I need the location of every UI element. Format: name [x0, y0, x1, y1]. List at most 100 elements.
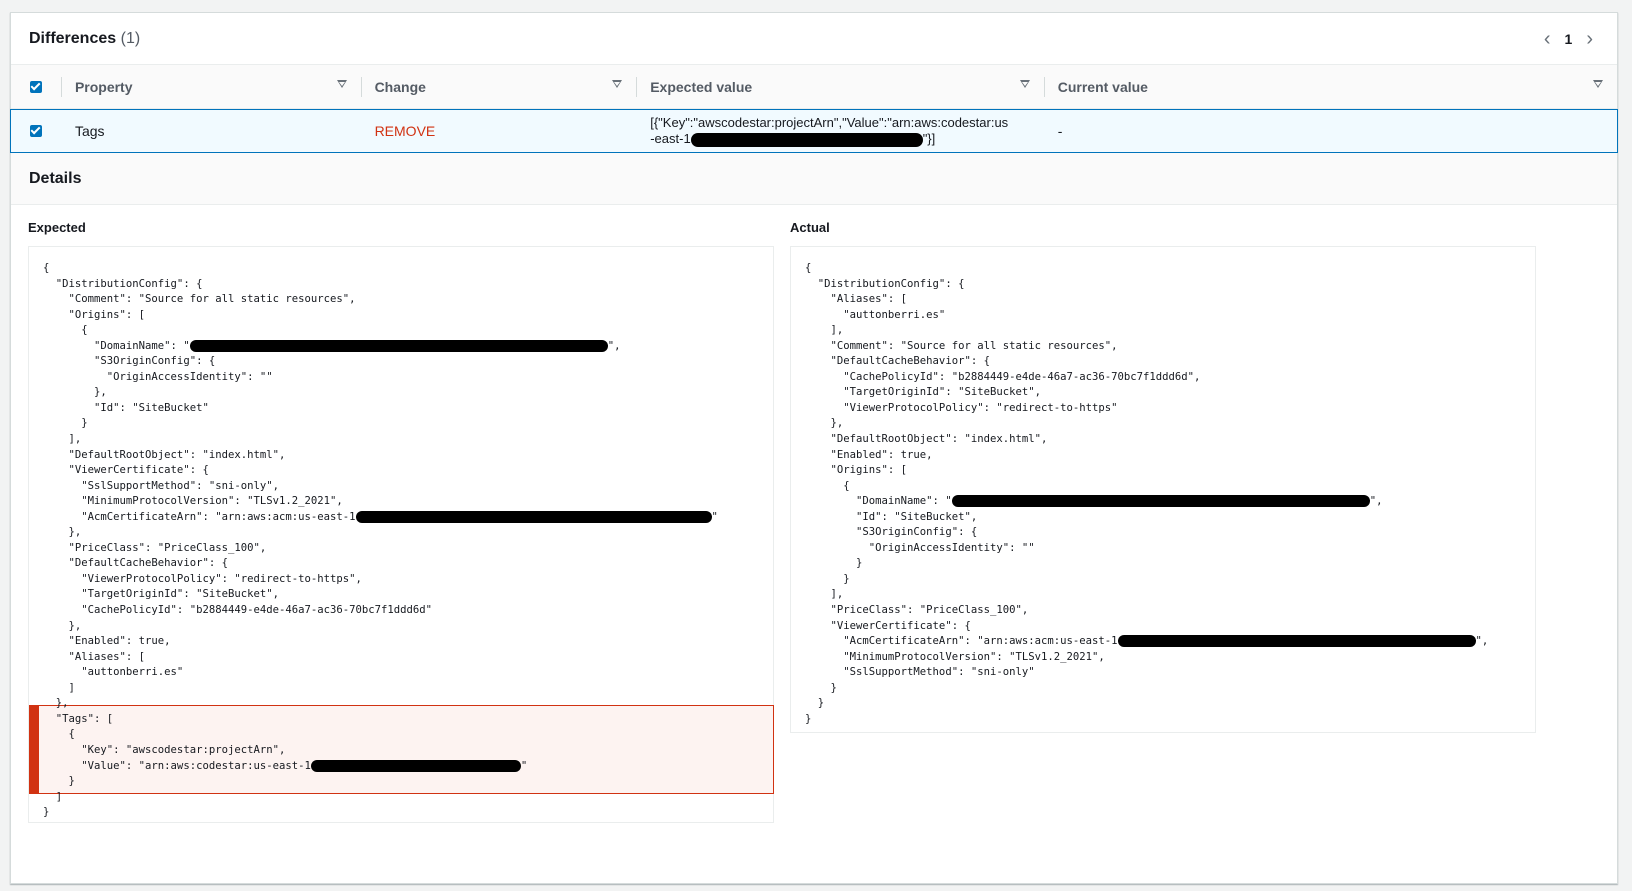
code-line: "Aliases": [	[43, 650, 146, 663]
code-line: {	[43, 728, 75, 741]
code-line: }	[43, 806, 50, 819]
differences-count: (1)	[120, 29, 141, 47]
code-line: "Origins": [	[43, 308, 146, 321]
actual-json: { "DistributionConfig": { "Aliases": [ "…	[805, 261, 1488, 727]
code-line: ],	[805, 324, 844, 337]
code-line: },	[43, 697, 69, 710]
row-checkbox[interactable]	[29, 125, 42, 137]
code-line: "Id": "SiteBucket"	[43, 401, 209, 414]
column-header-change[interactable]: Change	[360, 65, 637, 108]
actual-label: Actual	[790, 220, 830, 235]
code-line: "Comment": "Source for all static resour…	[805, 339, 1118, 352]
code-line: "TargetOriginId": "SiteBucket",	[43, 588, 279, 601]
pagination: ‹ 1 ›	[1544, 29, 1593, 49]
redaction-mark	[310, 759, 521, 772]
code-line: }	[805, 712, 812, 725]
code-line: }	[805, 572, 850, 585]
details-header: Details	[11, 153, 1617, 205]
code-line: "DistributionConfig": {	[43, 277, 203, 290]
code-line: {	[43, 324, 88, 337]
expected-json: { "DistributionConfig": { "Comment": "So…	[43, 261, 718, 821]
chevron-left-icon[interactable]: ‹	[1544, 29, 1551, 49]
sort-caret-icon[interactable]	[612, 80, 623, 88]
code-line: }	[43, 417, 88, 430]
code-line: "Aliases": [	[805, 293, 908, 306]
column-header-property[interactable]: Property	[60, 65, 361, 108]
code-line: ],	[805, 588, 844, 601]
actual-code-box: { "DistributionConfig": { "Aliases": [ "…	[790, 246, 1536, 733]
expected-value-cell: [{"Key":"awscodestar:projectArn","Value"…	[636, 110, 1044, 152]
code-line: "ViewerCertificate": {	[43, 464, 209, 477]
code-line: "CachePolicyId": "b2884449-e4de-46a7-ac3…	[805, 370, 1201, 383]
code-line: "Enabled": true,	[43, 635, 171, 648]
code-line: "Key": "awscodestar:projectArn",	[43, 743, 286, 756]
code-line: "Enabled": true,	[805, 448, 933, 461]
differences-title: Differences (1)	[29, 29, 141, 47]
code-line: "DistributionConfig": {	[805, 277, 965, 290]
redaction-mark	[690, 132, 923, 147]
code-line: ]	[43, 790, 63, 803]
code-line: {	[43, 262, 50, 274]
redaction-mark	[1117, 635, 1476, 648]
code-line: "PriceClass": "PriceClass_100",	[43, 541, 267, 554]
code-line: "SslSupportMethod": "sni-only"	[805, 666, 1035, 679]
code-line: "DomainName": " ",	[43, 339, 621, 352]
redaction-mark	[189, 339, 608, 352]
sort-caret-icon[interactable]	[1593, 80, 1603, 88]
select-all-cell	[11, 65, 61, 108]
code-line: "auttonberri.es"	[805, 308, 946, 321]
column-header-current-value[interactable]: Current value	[1043, 65, 1617, 108]
code-line: "OriginAccessIdentity": ""	[43, 370, 273, 383]
expected-code-box: { "DistributionConfig": { "Comment": "So…	[28, 246, 774, 823]
row-select-cell	[11, 110, 61, 152]
code-line: "DefaultRootObject": "index.html",	[43, 448, 286, 461]
code-line: "Value": "arn:aws:codestar:us-east-1 "	[43, 759, 528, 772]
code-line: "SslSupportMethod": "sni-only",	[43, 479, 279, 492]
code-line: ]	[43, 681, 75, 694]
code-line: "ViewerProtocolPolicy": "redirect-to-htt…	[43, 572, 362, 585]
sort-caret-icon[interactable]	[336, 80, 347, 88]
code-line: "ViewerProtocolPolicy": "redirect-to-htt…	[805, 401, 1118, 414]
differences-header: Differences (1) ‹ 1 ›	[11, 13, 1617, 65]
current-value-cell: -	[1057, 123, 1063, 139]
code-line: "auttonberri.es"	[43, 666, 184, 679]
code-line: "PriceClass": "PriceClass_100",	[805, 604, 1029, 617]
code-line: "Origins": [	[805, 464, 908, 477]
code-line: {	[805, 262, 812, 274]
table-header: Property Change Expected value Current v…	[11, 65, 1617, 109]
code-line: }	[805, 697, 825, 710]
code-line: }	[43, 775, 75, 788]
code-line: "DefaultCacheBehavior": {	[43, 557, 228, 570]
select-all-checkbox[interactable]	[29, 80, 42, 93]
expected-label: Expected	[28, 220, 86, 235]
code-line: "Id": "SiteBucket",	[805, 510, 978, 523]
code-line: "DomainName": " ",	[805, 495, 1383, 508]
code-line: "DefaultRootObject": "index.html",	[805, 433, 1048, 446]
code-line: "MinimumProtocolVersion": "TLSv1.2_2021"…	[805, 650, 1105, 663]
change-cell: REMOVE	[374, 123, 436, 139]
code-line: "ViewerCertificate": {	[805, 619, 971, 632]
sort-caret-icon[interactable]	[1019, 80, 1030, 88]
code-line: "AcmCertificateArn": "arn:aws:acm:us-eas…	[805, 635, 1489, 648]
code-line: "MinimumProtocolVersion": "TLSv1.2_2021"…	[43, 495, 343, 508]
column-header-expected-value[interactable]: Expected value	[636, 65, 1044, 108]
expected-value-text: [{"Key":"awscodestar:projectArn","Value"…	[650, 115, 1009, 147]
drift-details-panel: Differences (1) ‹ 1 › Property Change Ex…	[10, 12, 1618, 884]
code-line: {	[805, 479, 850, 492]
table-row[interactable]: Tags REMOVE [{"Key":"awscodestar:project…	[10, 109, 1618, 153]
code-line: "DefaultCacheBehavior": {	[805, 355, 990, 368]
code-line: },	[43, 526, 82, 539]
redaction-mark	[951, 495, 1370, 508]
code-line: "S3OriginConfig": {	[43, 355, 216, 368]
code-line: "TargetOriginId": "SiteBucket",	[805, 386, 1041, 399]
code-line: "OriginAccessIdentity": ""	[805, 541, 1035, 554]
code-line: "CachePolicyId": "b2884449-e4de-46a7-ac3…	[43, 604, 433, 617]
diff-marker-bar	[30, 706, 39, 793]
page-number[interactable]: 1	[1565, 31, 1573, 47]
code-line: }	[805, 681, 837, 694]
property-cell: Tags	[74, 123, 105, 139]
chevron-right-icon[interactable]: ›	[1586, 29, 1593, 49]
code-line: }	[805, 557, 863, 570]
code-line: "AcmCertificateArn": "arn:aws:acm:us-eas…	[43, 510, 718, 523]
code-line: ],	[43, 433, 82, 446]
